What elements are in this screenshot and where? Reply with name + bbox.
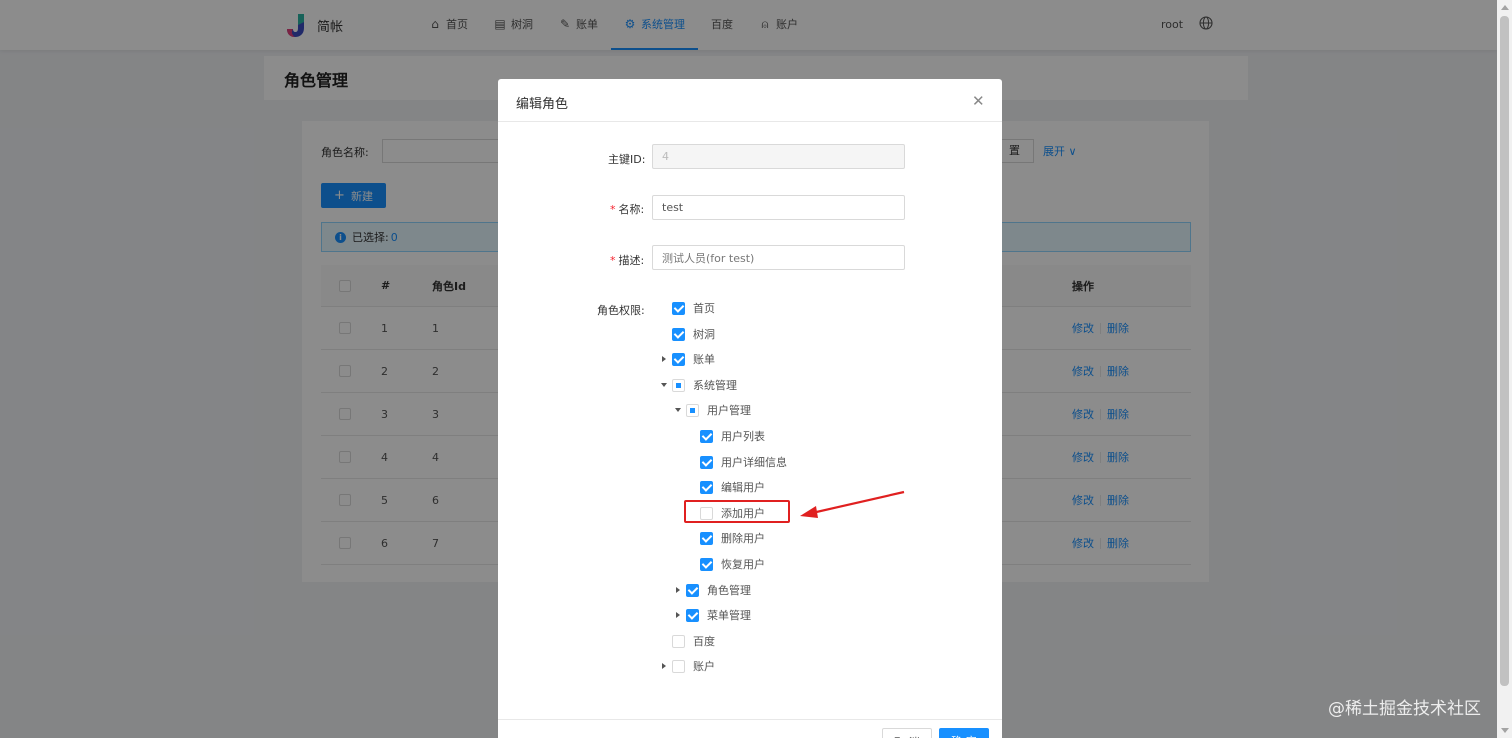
tree-checkbox[interactable] <box>672 352 685 366</box>
name-field[interactable]: test <box>652 195 905 220</box>
modal-title: 编辑角色 <box>516 97 569 112</box>
ok-button[interactable]: 确 定 <box>939 728 989 738</box>
tree-node: 菜单管理 <box>672 605 751 625</box>
caret-down-icon[interactable] <box>658 379 670 391</box>
tree-node-label[interactable]: 恢复用户 <box>721 556 765 572</box>
tree-checkbox[interactable] <box>700 531 713 545</box>
tree-checkbox[interactable] <box>700 455 713 469</box>
tree-checkbox[interactable] <box>686 403 699 417</box>
name-label-text: 名称: <box>618 203 645 216</box>
tree-node: 首页 <box>658 298 715 318</box>
tree-checkbox[interactable] <box>700 480 713 494</box>
tree-checkbox[interactable] <box>672 634 685 648</box>
watermark: @稀土掘金技术社区 <box>1328 699 1481 719</box>
tree-node-label[interactable]: 菜单管理 <box>707 607 751 623</box>
caret-right-icon[interactable] <box>658 660 670 672</box>
desc-label-text: 描述: <box>618 254 645 267</box>
required-mark: * <box>610 203 616 216</box>
tree-node-label[interactable]: 用户管理 <box>707 402 751 418</box>
modal-header: 编辑角色 ✕ <box>498 79 1002 122</box>
tree-node: 百度 <box>658 631 715 651</box>
tree-node-label[interactable]: 首页 <box>693 300 715 316</box>
tree-node-label[interactable]: 树洞 <box>693 326 715 342</box>
tree-node: 账单 <box>658 349 715 369</box>
desc-label: * 描述: <box>610 252 644 268</box>
close-icon[interactable]: ✕ <box>972 92 985 110</box>
permissions-label: 角色权限: <box>597 304 645 317</box>
tree-node: 用户列表 <box>686 426 765 446</box>
tree-checkbox[interactable] <box>672 378 685 392</box>
tree-node: 角色管理 <box>672 580 751 600</box>
scrollbar-thumb[interactable] <box>1500 16 1509 686</box>
tree-node: 用户详细信息 <box>686 452 787 472</box>
tree-node: 恢复用户 <box>686 554 765 574</box>
tree-node: 树洞 <box>658 324 715 344</box>
tree-checkbox[interactable] <box>672 301 685 315</box>
caret-right-icon[interactable] <box>672 584 684 596</box>
required-mark: * <box>610 254 616 267</box>
tree-node-label[interactable]: 用户详细信息 <box>721 454 787 470</box>
tree-checkbox[interactable] <box>672 327 685 341</box>
annotation-arrow <box>800 490 905 518</box>
tree-node: 系统管理 <box>658 375 737 395</box>
scrollbar[interactable] <box>1497 0 1512 738</box>
tree-node-label[interactable]: 编辑用户 <box>721 479 765 495</box>
caret-right-icon[interactable] <box>658 353 670 365</box>
tree-checkbox[interactable] <box>686 583 699 597</box>
tree-node: 账户 <box>658 656 715 676</box>
tree-node-label[interactable]: 百度 <box>693 633 715 649</box>
tree-node: 编辑用户 <box>686 477 765 497</box>
tree-node-label[interactable]: 删除用户 <box>721 530 765 546</box>
tree-node-label[interactable]: 账单 <box>693 351 715 367</box>
scroll-up-arrow[interactable] <box>1501 5 1509 10</box>
cancel-button[interactable]: 取 消 <box>882 728 932 738</box>
tree-checkbox[interactable] <box>686 608 699 622</box>
tree-node-label[interactable]: 角色管理 <box>707 582 751 598</box>
id-label: 主键ID: <box>608 153 646 166</box>
id-field[interactable]: 4 <box>652 144 905 169</box>
tree-node: 删除用户 <box>686 528 765 548</box>
tree-node-label[interactable]: 用户列表 <box>721 428 765 444</box>
scroll-down-arrow[interactable] <box>1501 728 1509 733</box>
highlight-box <box>684 500 790 523</box>
tree-checkbox[interactable] <box>672 659 685 673</box>
tree-node: 用户管理 <box>672 400 751 420</box>
name-label: * 名称: <box>610 201 644 217</box>
tree-node-label[interactable]: 系统管理 <box>693 377 737 393</box>
caret-right-icon[interactable] <box>672 609 684 621</box>
tree-node-label[interactable]: 账户 <box>693 658 715 674</box>
edit-role-modal: 编辑角色 ✕ 主键ID: 4 * 名称: test * 描述: 测试人员(for t… <box>498 79 1002 738</box>
tree-checkbox[interactable] <box>700 557 713 571</box>
tree-checkbox[interactable] <box>700 429 713 443</box>
caret-down-icon[interactable] <box>672 404 684 416</box>
description-field[interactable]: 测试人员(for test) <box>652 245 905 270</box>
